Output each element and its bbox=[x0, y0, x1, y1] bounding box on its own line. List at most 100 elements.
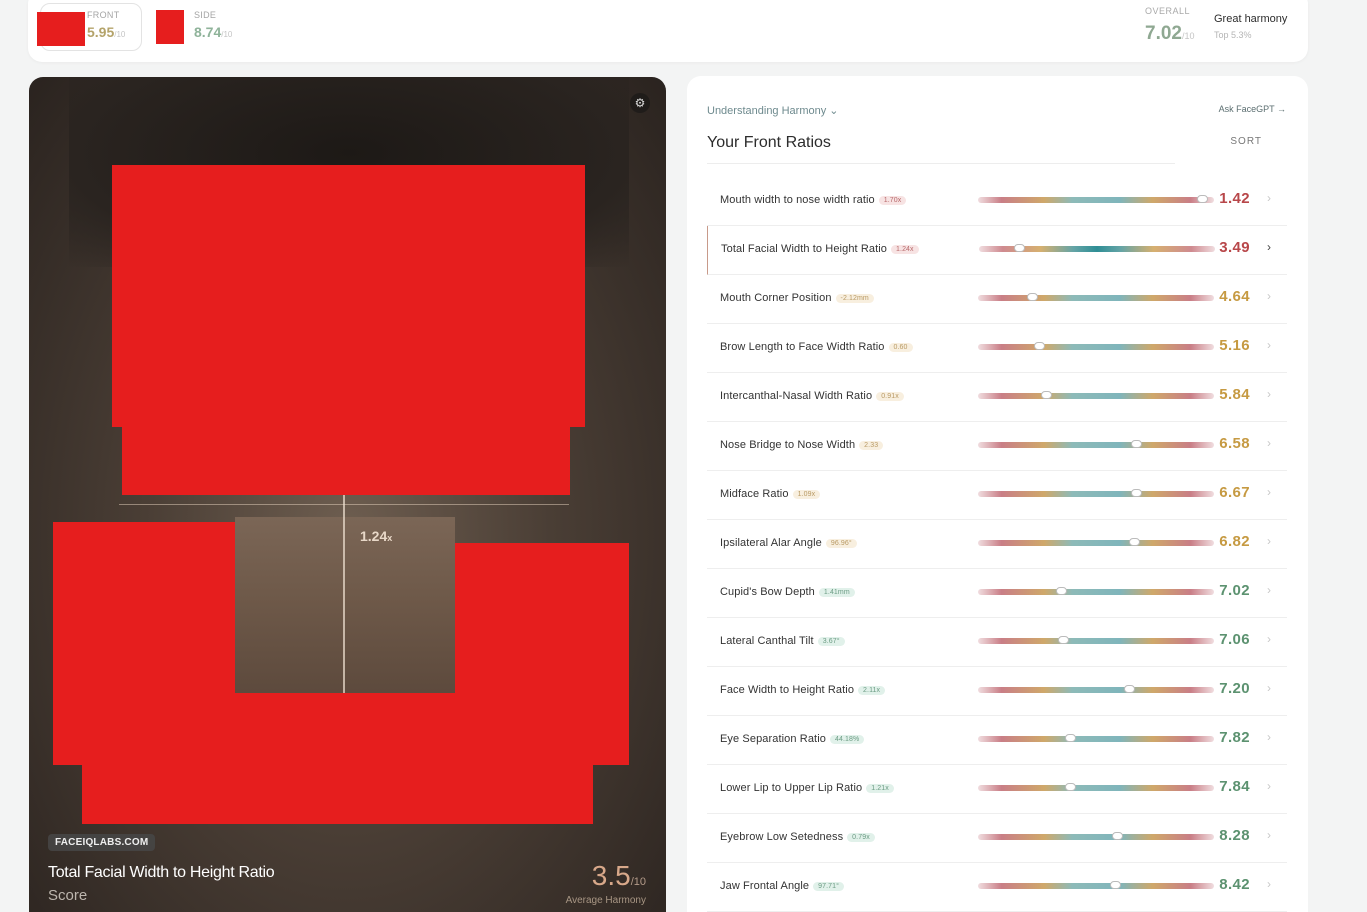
ratio-row[interactable]: Brow Length to Face Width Ratio 0.60 5.16 › bbox=[707, 324, 1287, 373]
ratio-score: 5.16 bbox=[1219, 337, 1250, 354]
ratio-score: 7.84 bbox=[1219, 778, 1250, 795]
ratio-range-bar bbox=[978, 391, 1214, 399]
ratio-score: 7.20 bbox=[1219, 680, 1250, 697]
measurement-value: 1.24x bbox=[360, 528, 393, 544]
ratio-range-marker bbox=[1057, 636, 1069, 644]
ratio-row[interactable]: Jaw Frontal Angle 97.71° 8.42 › bbox=[707, 863, 1287, 912]
ratio-label: Eye Separation Ratio 44.18% bbox=[720, 733, 865, 745]
ratio-row[interactable]: Nose Bridge to Nose Width 2.33 6.58 › bbox=[707, 422, 1287, 471]
overall-score: 7.02/10 bbox=[1145, 23, 1195, 44]
chevron-right-icon: › bbox=[1267, 828, 1271, 842]
ratio-range-marker bbox=[1034, 342, 1046, 350]
ratio-score: 7.06 bbox=[1219, 631, 1250, 648]
ratio-name: Ipsilateral Alar Angle bbox=[720, 537, 822, 549]
chevron-right-icon: › bbox=[1267, 730, 1271, 744]
ratio-row[interactable]: Intercanthal-Nasal Width Ratio 0.91x 5.84 › bbox=[707, 373, 1287, 422]
ratio-score: 7.02 bbox=[1219, 582, 1250, 599]
ratio-label: Ipsilateral Alar Angle 96.96° bbox=[720, 537, 857, 549]
score-header: FRONT 5.95/10 SIDE 8.74/10 OVERALL 7.02/… bbox=[28, 0, 1308, 62]
ratio-row[interactable]: Face Width to Height Ratio 2.11x 7.20 › bbox=[707, 667, 1287, 716]
chevron-right-icon: › bbox=[1267, 191, 1271, 205]
ratio-name: Total Facial Width to Height Ratio bbox=[721, 243, 888, 255]
ratio-label: Total Facial Width to Height Ratio 1.24x bbox=[721, 243, 919, 255]
ratio-row[interactable]: Total Facial Width to Height Ratio 1.24x 3… bbox=[707, 226, 1287, 275]
chevron-right-icon: › bbox=[1267, 681, 1271, 695]
panel-title: Your Front Ratios bbox=[707, 134, 831, 151]
gear-icon[interactable]: ⚙ bbox=[630, 93, 650, 113]
face-photo-panel: 1.24x ⚙ FACEIQLABS.COM Total Facial Widt… bbox=[29, 77, 666, 912]
ratio-value-pill: 1.09x bbox=[792, 490, 821, 499]
ratio-score: 5.84 bbox=[1219, 386, 1250, 403]
selected-ratio-title: Total Facial Width to Height Ratio bbox=[48, 864, 275, 881]
ratio-value-pill: 3.67° bbox=[817, 637, 845, 646]
ratio-range-marker bbox=[1065, 783, 1077, 791]
ratio-row[interactable]: Mouth width to nose width ratio 1.70x 1.42… bbox=[707, 177, 1287, 226]
ratio-score: 8.42 bbox=[1219, 876, 1250, 893]
ratio-score: 6.58 bbox=[1219, 435, 1250, 452]
chevron-right-icon: › bbox=[1267, 387, 1271, 401]
ratio-label: Lower Lip to Upper Lip Ratio 1.21x bbox=[720, 782, 894, 794]
ratio-name: Lower Lip to Upper Lip Ratio bbox=[720, 782, 863, 794]
chevron-right-icon: › bbox=[1267, 877, 1271, 891]
sort-button[interactable]: SORT bbox=[1230, 136, 1262, 147]
ratio-range-marker bbox=[1055, 587, 1067, 595]
ratio-row[interactable]: Eyebrow Low Setedness 0.79x 8.28 › bbox=[707, 814, 1287, 863]
ratio-label: Mouth width to nose width ratio 1.70x bbox=[720, 194, 907, 206]
ratio-label: Jaw Frontal Angle 97.71° bbox=[720, 880, 845, 892]
ratio-label: Mouth Corner Position -2.12mm bbox=[720, 292, 874, 304]
ask-facegpt-link[interactable]: Ask FaceGPT → bbox=[1219, 104, 1286, 114]
ratio-range-bar bbox=[978, 587, 1214, 595]
ratio-value-pill: 1.70x bbox=[878, 196, 907, 205]
chevron-right-icon: › bbox=[1267, 338, 1271, 352]
ratio-score: 6.67 bbox=[1219, 484, 1250, 501]
ratio-range-bar bbox=[978, 440, 1214, 448]
ratio-value-pill: -2.12mm bbox=[835, 294, 874, 303]
selected-ratio-score: 3.5/10 bbox=[591, 860, 646, 891]
ratio-row[interactable]: Midface Ratio 1.09x 6.67 › bbox=[707, 471, 1287, 520]
ratio-score: 7.82 bbox=[1219, 729, 1250, 746]
chevron-right-icon: › bbox=[1267, 240, 1271, 254]
front-score: 5.95/10 bbox=[87, 24, 126, 40]
understanding-harmony-dropdown[interactable]: Understanding Harmony ⌄ bbox=[707, 104, 839, 117]
front-thumbnail-redacted bbox=[37, 12, 85, 46]
ratio-range-bar bbox=[978, 195, 1214, 203]
ratio-row[interactable]: Cupid's Bow Depth 1.41mm 7.02 › bbox=[707, 569, 1287, 618]
ratio-value-pill: 1.21x bbox=[866, 784, 894, 793]
ratio-row[interactable]: Ipsilateral Alar Angle 96.96° 6.82 › bbox=[707, 520, 1287, 569]
ratio-score: 8.28 bbox=[1219, 827, 1250, 844]
ratio-label: Eyebrow Low Setedness 0.79x bbox=[720, 831, 875, 843]
ratio-range-bar bbox=[979, 244, 1215, 252]
ratio-label: Cupid's Bow Depth 1.41mm bbox=[720, 586, 855, 598]
ratio-row[interactable]: Eye Separation Ratio 44.18% 7.82 › bbox=[707, 716, 1287, 765]
ratio-label: Brow Length to Face Width Ratio 0.60 bbox=[720, 341, 913, 353]
ratio-name: Mouth width to nose width ratio bbox=[720, 194, 875, 206]
ratio-range-bar bbox=[978, 881, 1214, 889]
ratio-row[interactable]: Lateral Canthal Tilt 3.67° 7.06 › bbox=[707, 618, 1287, 667]
ratio-row[interactable]: Lower Lip to Upper Lip Ratio 1.21x 7.84 › bbox=[707, 765, 1287, 814]
ratio-name: Jaw Frontal Angle bbox=[720, 880, 810, 892]
ratio-value-pill: 1.41mm bbox=[818, 588, 855, 597]
chevron-right-icon: › bbox=[1267, 485, 1271, 499]
ratio-range-marker bbox=[1112, 832, 1124, 840]
ratio-value-pill: 2.11x bbox=[858, 686, 886, 695]
ratio-range-bar bbox=[978, 832, 1214, 840]
front-ratios-panel: Understanding Harmony ⌄ Ask FaceGPT → Yo… bbox=[687, 76, 1308, 912]
overall-label: OVERALL bbox=[1145, 6, 1191, 16]
ratio-range-bar bbox=[978, 636, 1214, 644]
ratio-score: 3.49 bbox=[1219, 239, 1250, 256]
ratio-name: Intercanthal-Nasal Width Ratio bbox=[720, 390, 873, 402]
chevron-right-icon: › bbox=[1267, 534, 1271, 548]
ratio-range-marker bbox=[1014, 244, 1026, 252]
ratio-name: Lateral Canthal Tilt bbox=[720, 635, 814, 647]
chevron-right-icon: › bbox=[1267, 436, 1271, 450]
ratio-row[interactable]: Mouth Corner Position -2.12mm 4.64 › bbox=[707, 275, 1287, 324]
front-tab-label: FRONT bbox=[87, 10, 120, 20]
ratio-value-pill: 2.33 bbox=[859, 441, 884, 450]
ratio-name: Eyebrow Low Setedness bbox=[720, 831, 844, 843]
ratio-value-pill: 0.79x bbox=[847, 833, 875, 842]
ratio-range-marker bbox=[1131, 489, 1143, 497]
ratio-name: Brow Length to Face Width Ratio bbox=[720, 341, 885, 353]
ratio-list: Mouth width to nose width ratio 1.70x 1.42… bbox=[707, 177, 1287, 912]
ratio-range-marker bbox=[1128, 538, 1140, 546]
ratio-range-bar bbox=[978, 342, 1214, 350]
